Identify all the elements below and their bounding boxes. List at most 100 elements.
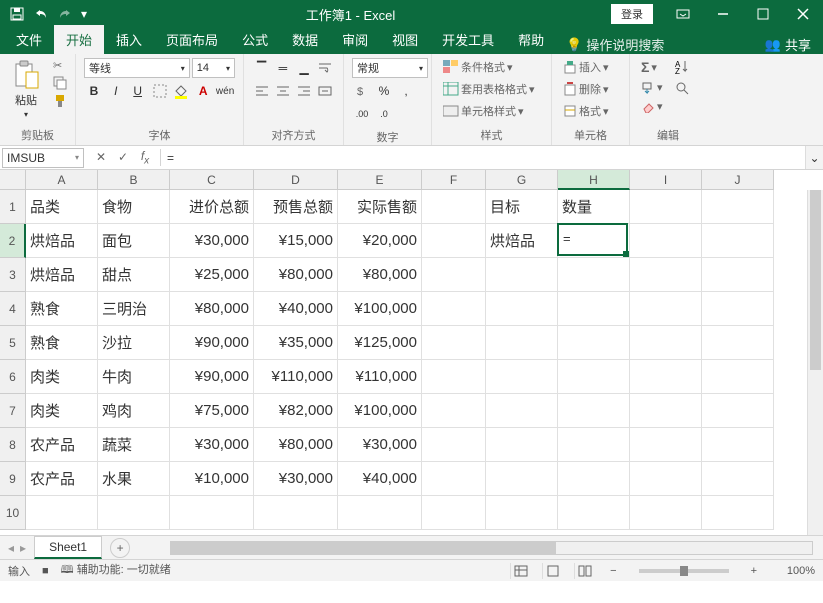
formula-input[interactable]: = xyxy=(161,149,805,167)
col-header-B[interactable]: B xyxy=(98,170,170,190)
conditional-format-button[interactable]: 条件格式 ▾ xyxy=(440,58,543,76)
cancel-formula-button[interactable]: ✕ xyxy=(90,149,112,166)
tab-review[interactable]: 审阅 xyxy=(330,25,380,54)
cell[interactable] xyxy=(702,462,774,496)
cell[interactable]: ¥125,000 xyxy=(338,326,422,360)
cell[interactable] xyxy=(486,326,558,360)
cell[interactable]: ¥80,000 xyxy=(254,258,338,292)
cell[interactable]: 农产品 xyxy=(26,428,98,462)
cell[interactable]: ¥30,000 xyxy=(170,428,254,462)
name-box[interactable]: IMSUB▾ xyxy=(2,148,84,168)
cell[interactable]: 目标 xyxy=(486,190,558,224)
fill-button[interactable]: ▾ xyxy=(638,80,666,95)
cell[interactable] xyxy=(486,462,558,496)
zoom-level[interactable]: 100% xyxy=(773,565,815,577)
cell[interactable]: ¥30,000 xyxy=(170,224,254,258)
cell[interactable]: 食物 xyxy=(98,190,170,224)
cell[interactable] xyxy=(486,360,558,394)
cell[interactable]: 农产品 xyxy=(26,462,98,496)
cell[interactable] xyxy=(558,394,630,428)
horizontal-scrollbar[interactable] xyxy=(170,541,813,555)
row-header-1[interactable]: 1 xyxy=(0,190,26,224)
undo-button[interactable] xyxy=(30,3,52,25)
cell[interactable]: 肉类 xyxy=(26,360,98,394)
row-header-4[interactable]: 4 xyxy=(0,292,26,326)
cell[interactable]: ¥30,000 xyxy=(254,462,338,496)
cell[interactable] xyxy=(702,496,774,530)
cell[interactable] xyxy=(422,258,486,292)
page-layout-view-button[interactable] xyxy=(542,563,562,579)
qat-dropdown[interactable]: ▾ xyxy=(78,3,90,25)
cell[interactable] xyxy=(702,428,774,462)
spreadsheet-grid[interactable]: ABCDEFGHIJ 12345678910 品类食物进价总额预售总额实际售额目… xyxy=(0,170,823,535)
cell[interactable] xyxy=(630,394,702,428)
login-button[interactable]: 登录 xyxy=(611,4,653,24)
cell[interactable]: 面包 xyxy=(98,224,170,258)
align-center-button[interactable] xyxy=(273,81,292,101)
merge-button[interactable] xyxy=(316,81,335,101)
row-header-8[interactable]: 8 xyxy=(0,428,26,462)
cell[interactable] xyxy=(422,360,486,394)
cell[interactable] xyxy=(702,224,774,258)
percent-button[interactable]: % xyxy=(374,81,394,101)
cell[interactable] xyxy=(630,190,702,224)
tab-help[interactable]: 帮助 xyxy=(506,25,556,54)
cell[interactable] xyxy=(558,462,630,496)
col-header-G[interactable]: G xyxy=(486,170,558,190)
tab-view[interactable]: 视图 xyxy=(380,25,430,54)
cell[interactable]: 鸡肉 xyxy=(98,394,170,428)
cell[interactable] xyxy=(422,394,486,428)
save-button[interactable] xyxy=(6,3,28,25)
delete-cells-button[interactable]: 删除 ▾ xyxy=(560,80,621,98)
cell[interactable] xyxy=(486,258,558,292)
tab-home[interactable]: 开始 xyxy=(54,25,104,54)
col-header-D[interactable]: D xyxy=(254,170,338,190)
row-header-2[interactable]: 2 xyxy=(0,224,26,258)
format-painter-button[interactable] xyxy=(50,93,70,109)
cell[interactable] xyxy=(422,496,486,530)
prev-sheet-button[interactable]: ◂ xyxy=(8,541,14,555)
currency-button[interactable]: $ xyxy=(352,81,372,101)
cell[interactable]: 甜点 xyxy=(98,258,170,292)
cell[interactable]: 水果 xyxy=(98,462,170,496)
cell[interactable] xyxy=(422,190,486,224)
cell[interactable]: ¥35,000 xyxy=(254,326,338,360)
row-header-3[interactable]: 3 xyxy=(0,258,26,292)
cell[interactable]: 沙拉 xyxy=(98,326,170,360)
cell[interactable] xyxy=(630,258,702,292)
bold-button[interactable]: B xyxy=(84,81,104,101)
row-header-7[interactable]: 7 xyxy=(0,394,26,428)
minimize-button[interactable] xyxy=(703,0,743,28)
cell[interactable]: 肉类 xyxy=(26,394,98,428)
cell[interactable]: ¥75,000 xyxy=(170,394,254,428)
maximize-button[interactable] xyxy=(743,0,783,28)
cell[interactable] xyxy=(170,496,254,530)
cell[interactable]: ¥80,000 xyxy=(338,258,422,292)
fx-button[interactable]: fx xyxy=(134,149,156,166)
cell[interactable]: 烘焙品 xyxy=(26,258,98,292)
tab-data[interactable]: 数据 xyxy=(280,25,330,54)
cell[interactable] xyxy=(702,292,774,326)
cell[interactable] xyxy=(26,496,98,530)
cell[interactable]: ¥110,000 xyxy=(254,360,338,394)
cell[interactable]: ¥40,000 xyxy=(338,462,422,496)
cell[interactable] xyxy=(422,326,486,360)
zoom-slider[interactable] xyxy=(639,569,729,573)
cell[interactable]: ¥15,000 xyxy=(254,224,338,258)
cell[interactable] xyxy=(702,360,774,394)
page-break-view-button[interactable] xyxy=(574,563,594,579)
cell[interactable] xyxy=(558,292,630,326)
row-header-5[interactable]: 5 xyxy=(0,326,26,360)
table-format-button[interactable]: 套用表格格式 ▾ xyxy=(440,80,543,98)
copy-button[interactable] xyxy=(50,75,70,91)
expand-formula-bar[interactable]: ⌄ xyxy=(805,146,823,169)
cell[interactable]: 数量 xyxy=(558,190,630,224)
cell[interactable] xyxy=(558,224,630,258)
cut-button[interactable]: ✂ xyxy=(50,58,70,73)
cell[interactable]: ¥82,000 xyxy=(254,394,338,428)
cell[interactable] xyxy=(486,394,558,428)
zoom-out-button[interactable]: − xyxy=(606,565,620,577)
share-button[interactable]: 👥共享 xyxy=(753,35,823,54)
cell[interactable] xyxy=(422,292,486,326)
cell[interactable] xyxy=(630,360,702,394)
